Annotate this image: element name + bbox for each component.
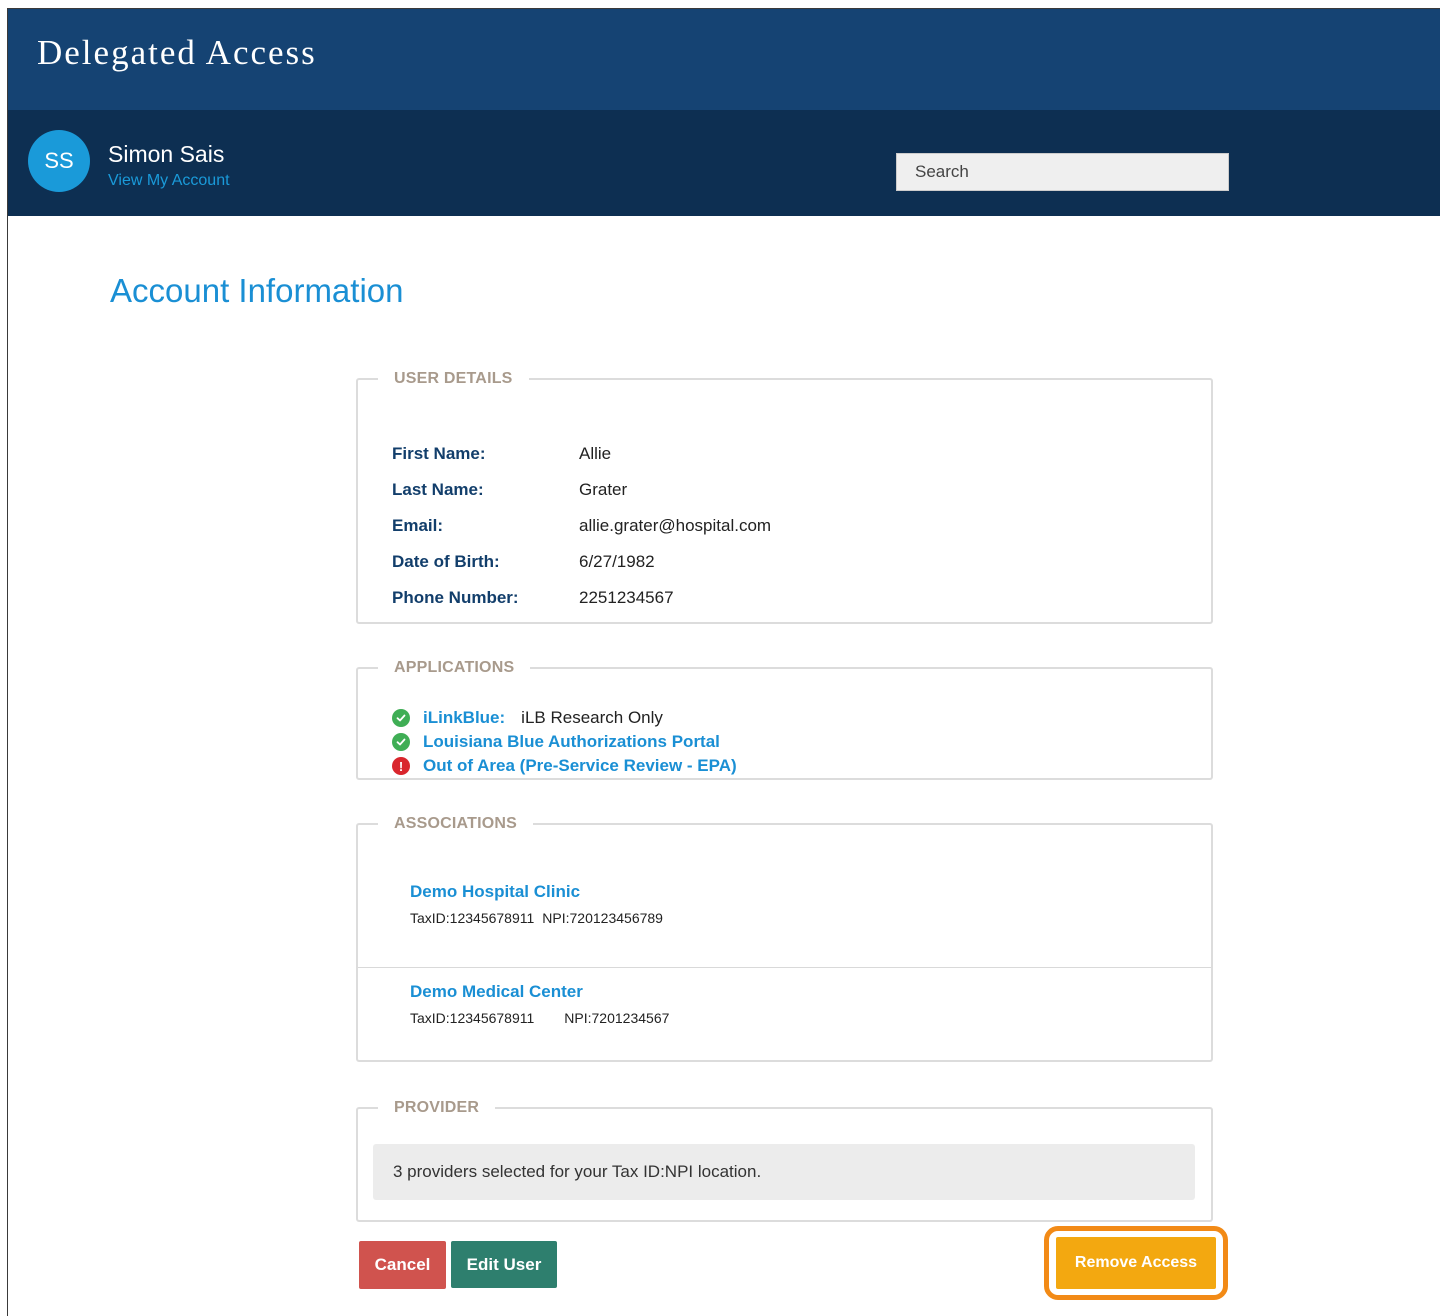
application-detail: iLB Research Only [521, 708, 663, 727]
list-item: Louisiana Blue Authorizations Portal [392, 730, 737, 754]
list-item: ! Out of Area (Pre-Service Review - EPA) [392, 754, 737, 778]
view-account-link[interactable]: View My Account [108, 172, 230, 190]
edit-user-button[interactable]: Edit User [451, 1241, 557, 1288]
cancel-button[interactable]: Cancel [359, 1241, 446, 1289]
user-bar: SS Simon Sais View My Account [8, 110, 1440, 216]
section-legend: ASSOCIATIONS [394, 815, 518, 832]
npi: NPI:720123456789 [542, 910, 663, 926]
page-title: Account Information [110, 272, 404, 309]
detail-value: allie.grater@hospital.com [579, 516, 772, 535]
detail-row-email: Email: allie.grater@hospital.com [392, 508, 771, 544]
association-item: Demo Hospital Clinic TaxID:12345678911 NP… [358, 873, 1211, 968]
user-name: Simon Sais [108, 141, 225, 167]
application-link-authorizations-portal[interactable]: Louisiana Blue Authorizations Portal [423, 732, 720, 752]
detail-label: Phone Number: [392, 588, 519, 607]
check-circle-icon [392, 709, 410, 727]
detail-label: Email: [392, 516, 444, 535]
detail-row-phone-number: Phone Number: 2251234567 [392, 580, 771, 616]
detail-row-first-name: First Name: Allie [392, 436, 771, 472]
application-link-out-of-area[interactable]: Out of Area (Pre-Service Review - EPA) [423, 756, 737, 776]
app-header: Delegated Access [8, 9, 1440, 110]
applications-list: iLinkBlue: iLB Research Only Louisiana B… [392, 706, 737, 778]
detail-value: Grater [579, 480, 628, 499]
remove-access-highlight: Remove Access [1044, 1226, 1228, 1300]
detail-value: 6/27/1982 [579, 552, 655, 571]
section-legend: PROVIDER [394, 1099, 480, 1116]
check-circle-icon [392, 733, 410, 751]
detail-label: Date of Birth: [392, 552, 500, 571]
tax-id: TaxID:12345678911 [410, 1010, 535, 1026]
detail-value: 2251234567 [579, 588, 674, 607]
detail-row-date-of-birth: Date of Birth: 6/27/1982 [392, 544, 771, 580]
npi: NPI:7201234567 [564, 1010, 670, 1026]
detail-value: Allie [579, 444, 612, 463]
provider-section: PROVIDER 3 providers selected for your T… [356, 1099, 1213, 1222]
app-window: Delegated Access SS Simon Sais View My A… [7, 8, 1440, 1316]
association-name-link[interactable]: Demo Medical Center [410, 982, 583, 1002]
association-name-link[interactable]: Demo Hospital Clinic [410, 882, 580, 902]
avatar[interactable]: SS [28, 130, 90, 192]
user-details-section: USER DETAILS First Name: Allie Last Name… [356, 370, 1213, 624]
list-item: iLinkBlue: iLB Research Only [392, 706, 737, 730]
exclamation-circle-icon: ! [392, 757, 410, 775]
section-legend: APPLICATIONS [394, 659, 515, 676]
app-title: Delegated Access [37, 33, 317, 72]
association-ids: TaxID:12345678911 NPI:720123456789 [410, 910, 663, 926]
detail-row-last-name: Last Name: Grater [392, 472, 771, 508]
application-link-ilinkblue[interactable]: iLinkBlue: [423, 708, 505, 728]
provider-summary: 3 providers selected for your Tax ID:NPI… [373, 1144, 1195, 1200]
detail-label: Last Name: [392, 480, 484, 499]
associations-section: ASSOCIATIONS Demo Hospital Clinic TaxID:… [356, 815, 1213, 1062]
applications-section: APPLICATIONS iLinkBlue: iLB Research Onl… [356, 659, 1213, 780]
remove-access-button[interactable]: Remove Access [1056, 1237, 1216, 1289]
association-ids: TaxID:12345678911 NPI:7201234567 [410, 1010, 669, 1026]
search-input[interactable] [896, 153, 1229, 191]
tax-id: TaxID:12345678911 [410, 910, 535, 926]
detail-label: First Name: [392, 444, 486, 463]
section-legend: USER DETAILS [394, 370, 513, 387]
user-details-list: First Name: Allie Last Name: Grater Emai… [392, 436, 771, 616]
